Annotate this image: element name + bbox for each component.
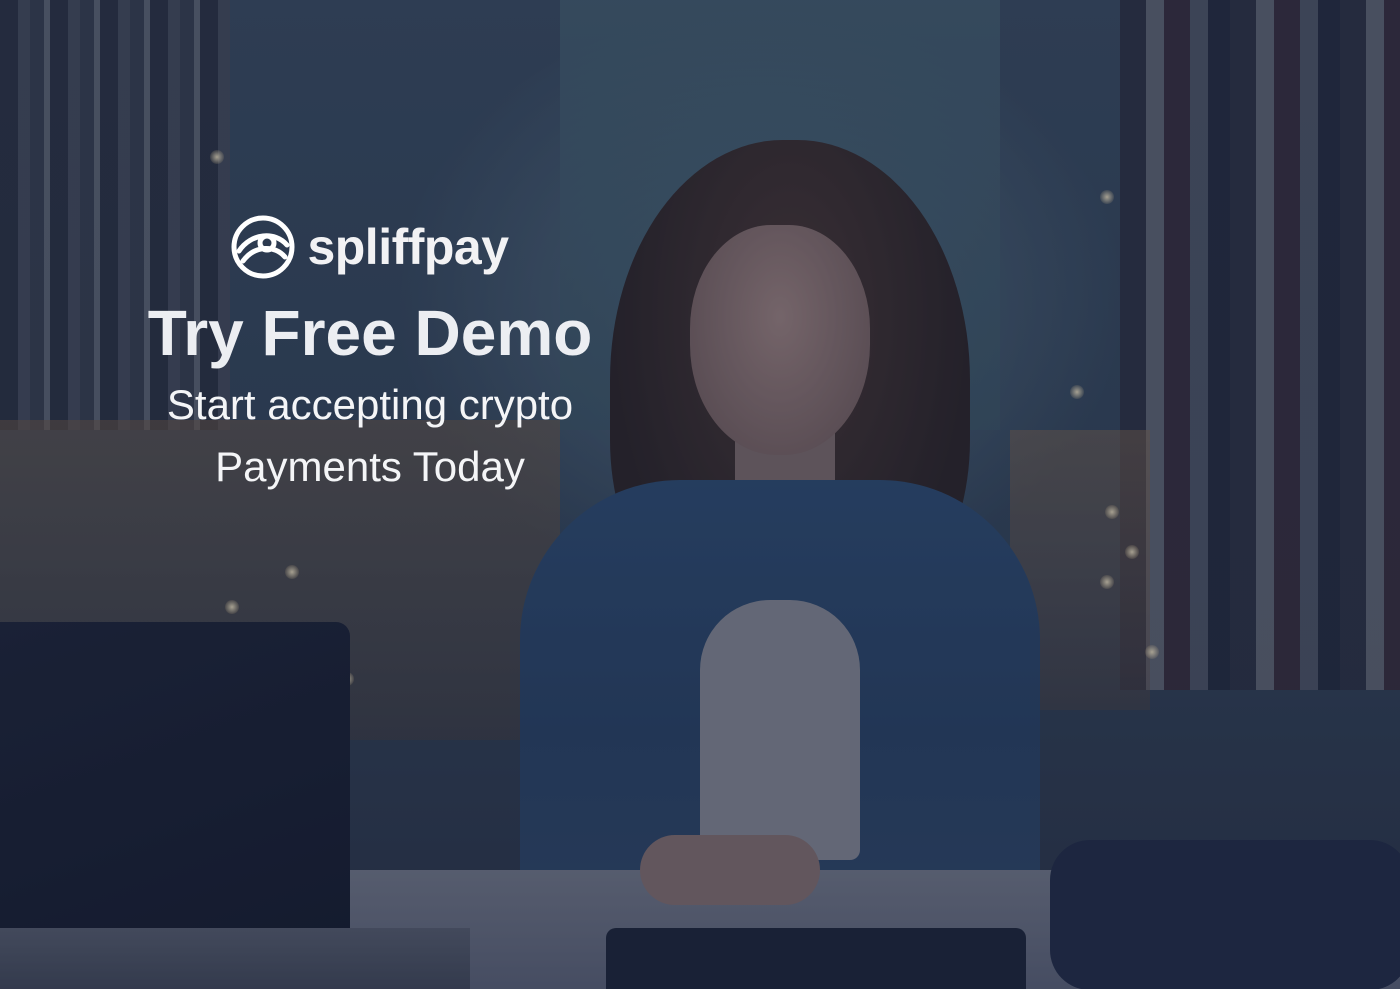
hero-subline-line-2: Payments Today	[215, 443, 525, 490]
brand-name: spliffpay	[307, 219, 509, 275]
hero-subline-line-1: Start accepting crypto	[166, 381, 574, 428]
hero-content: spliffpay Try Free Demo Start accepting …	[90, 212, 650, 498]
spiral-globe-icon	[231, 215, 295, 279]
hero-subline: Start accepting crypto Payments Today	[90, 374, 650, 498]
hero-headline: Try Free Demo	[147, 297, 593, 369]
brand-lockup[interactable]: spliffpay	[90, 212, 650, 282]
